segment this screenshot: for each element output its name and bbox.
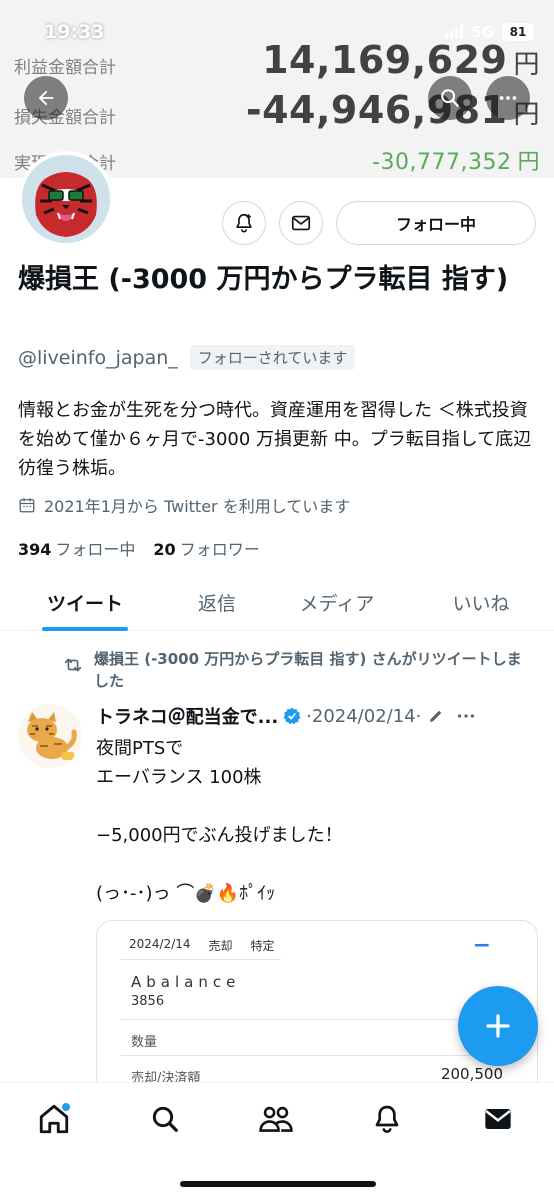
tweet-author-name[interactable]: トラネコ＠配当金で... bbox=[96, 703, 278, 729]
retweet-icon bbox=[64, 658, 82, 672]
battery-icon: 81 bbox=[502, 23, 534, 41]
collapse-icon: − bbox=[472, 933, 491, 958]
more-icon bbox=[499, 96, 517, 100]
verified-badge-icon bbox=[283, 707, 301, 725]
amount-value: 200,500 bbox=[440, 1065, 503, 1083]
followers-count-link[interactable]: 20 フォロワー bbox=[153, 536, 259, 560]
bell-icon bbox=[375, 1105, 399, 1133]
edit-pencil-icon bbox=[430, 710, 442, 722]
tweet-date[interactable]: ·2024/02/14· bbox=[306, 706, 421, 727]
quantity-label: 数量 bbox=[131, 1035, 158, 1050]
retweet-text: 爆損王 (-3000 万円からプラ転目 指す) さんがリツイートしました bbox=[94, 650, 522, 690]
nav-home[interactable] bbox=[32, 1099, 76, 1139]
back-arrow-icon bbox=[38, 90, 54, 106]
trade-account: 特定 bbox=[250, 939, 275, 953]
messages-icon bbox=[485, 1109, 511, 1129]
stock-name: Abalance bbox=[131, 973, 241, 991]
avatar[interactable] bbox=[18, 151, 114, 247]
message-button[interactable] bbox=[279, 201, 323, 245]
home-indicator bbox=[180, 1181, 376, 1187]
status-indicators: 5G 81 bbox=[445, 23, 534, 41]
retweet-context[interactable]: 爆損王 (-3000 万円からプラ転目 指す) さんがリツイートしました bbox=[62, 648, 532, 692]
bell-plus-icon bbox=[236, 213, 252, 233]
tab-replies[interactable]: 返信 bbox=[152, 575, 282, 629]
followers-count: 20 bbox=[153, 540, 176, 559]
following-label: フォロー中 bbox=[55, 540, 136, 559]
search-button[interactable] bbox=[428, 76, 472, 120]
notification-bell-button[interactable] bbox=[222, 201, 266, 245]
tweet-header: トラネコ＠配当金で... ·2024/02/14· bbox=[96, 703, 542, 729]
nav-notifications[interactable] bbox=[365, 1099, 409, 1139]
status-time: 19:33 bbox=[44, 21, 105, 43]
calendar-icon bbox=[19, 498, 35, 513]
follow-counts: 394 フォロー中 20 フォロワー bbox=[18, 536, 260, 560]
tiger-avatar-icon bbox=[22, 155, 110, 243]
search-icon bbox=[441, 89, 459, 107]
nav-search[interactable] bbox=[143, 1099, 187, 1139]
tweet-more-icon[interactable] bbox=[455, 705, 477, 727]
trade-date: 2024/2/14 bbox=[129, 937, 191, 951]
profile-name: 爆損王 (-3000 万円からプラ転目 指す) bbox=[18, 264, 509, 295]
divider bbox=[121, 959, 281, 960]
nav-communities[interactable] bbox=[254, 1099, 298, 1139]
notification-dot bbox=[62, 1103, 70, 1111]
tab-tweets[interactable]: ツイート bbox=[20, 575, 150, 629]
trade-header: 2024/2/14 売却 特定 bbox=[129, 937, 275, 954]
network-label: 5G bbox=[471, 23, 494, 41]
stock-code: 3856 bbox=[131, 994, 165, 1009]
joined-date: 2021年1月から Twitter を利用しています bbox=[18, 493, 350, 517]
divider bbox=[121, 1055, 521, 1056]
battery-level: 81 bbox=[509, 25, 527, 39]
profile-tabs: ツイート 返信 メディア いいね bbox=[0, 575, 554, 631]
plus-icon bbox=[486, 1014, 510, 1038]
communities-icon bbox=[259, 1106, 293, 1132]
following-count: 394 bbox=[18, 540, 52, 559]
back-button[interactable] bbox=[24, 76, 68, 120]
active-tab-indicator bbox=[42, 627, 128, 631]
tweet-author-avatar[interactable] bbox=[18, 704, 82, 768]
follows-you-badge: フォローされています bbox=[189, 345, 356, 370]
profile-bio: 情報とお金が生死を分つ時代。資産運用を習得した ＜株式投資を始めて僅か６ヶ月で-… bbox=[18, 400, 532, 479]
trade-type: 売却 bbox=[208, 939, 233, 953]
nav-messages[interactable] bbox=[476, 1099, 520, 1139]
following-count-link[interactable]: 394 フォロー中 bbox=[18, 536, 135, 560]
profile-handle: @liveinfo_japan_ bbox=[18, 346, 178, 369]
followers-label: フォロワー bbox=[179, 540, 260, 559]
tab-likes[interactable]: いいね bbox=[416, 575, 546, 629]
mail-icon bbox=[291, 215, 311, 231]
tweet-text: 夜間PTSで エーバランス 100株 −5,000円でぶん投げました！ (っ･-… bbox=[96, 738, 343, 904]
more-options-button[interactable] bbox=[486, 76, 530, 120]
compose-tweet-button[interactable] bbox=[458, 986, 538, 1066]
tab-media[interactable]: メディア bbox=[272, 575, 402, 629]
cat-avatar-icon bbox=[18, 704, 82, 768]
signal-icon bbox=[445, 25, 464, 39]
status-bar: 19:33 5G 81 bbox=[44, 20, 534, 44]
joined-label: 2021年1月から Twitter を利用しています bbox=[44, 497, 351, 516]
handle-row: @liveinfo_japan_ フォローされています bbox=[18, 345, 356, 370]
search-icon bbox=[152, 1106, 178, 1132]
following-button[interactable]: フォロー中 bbox=[336, 201, 536, 245]
